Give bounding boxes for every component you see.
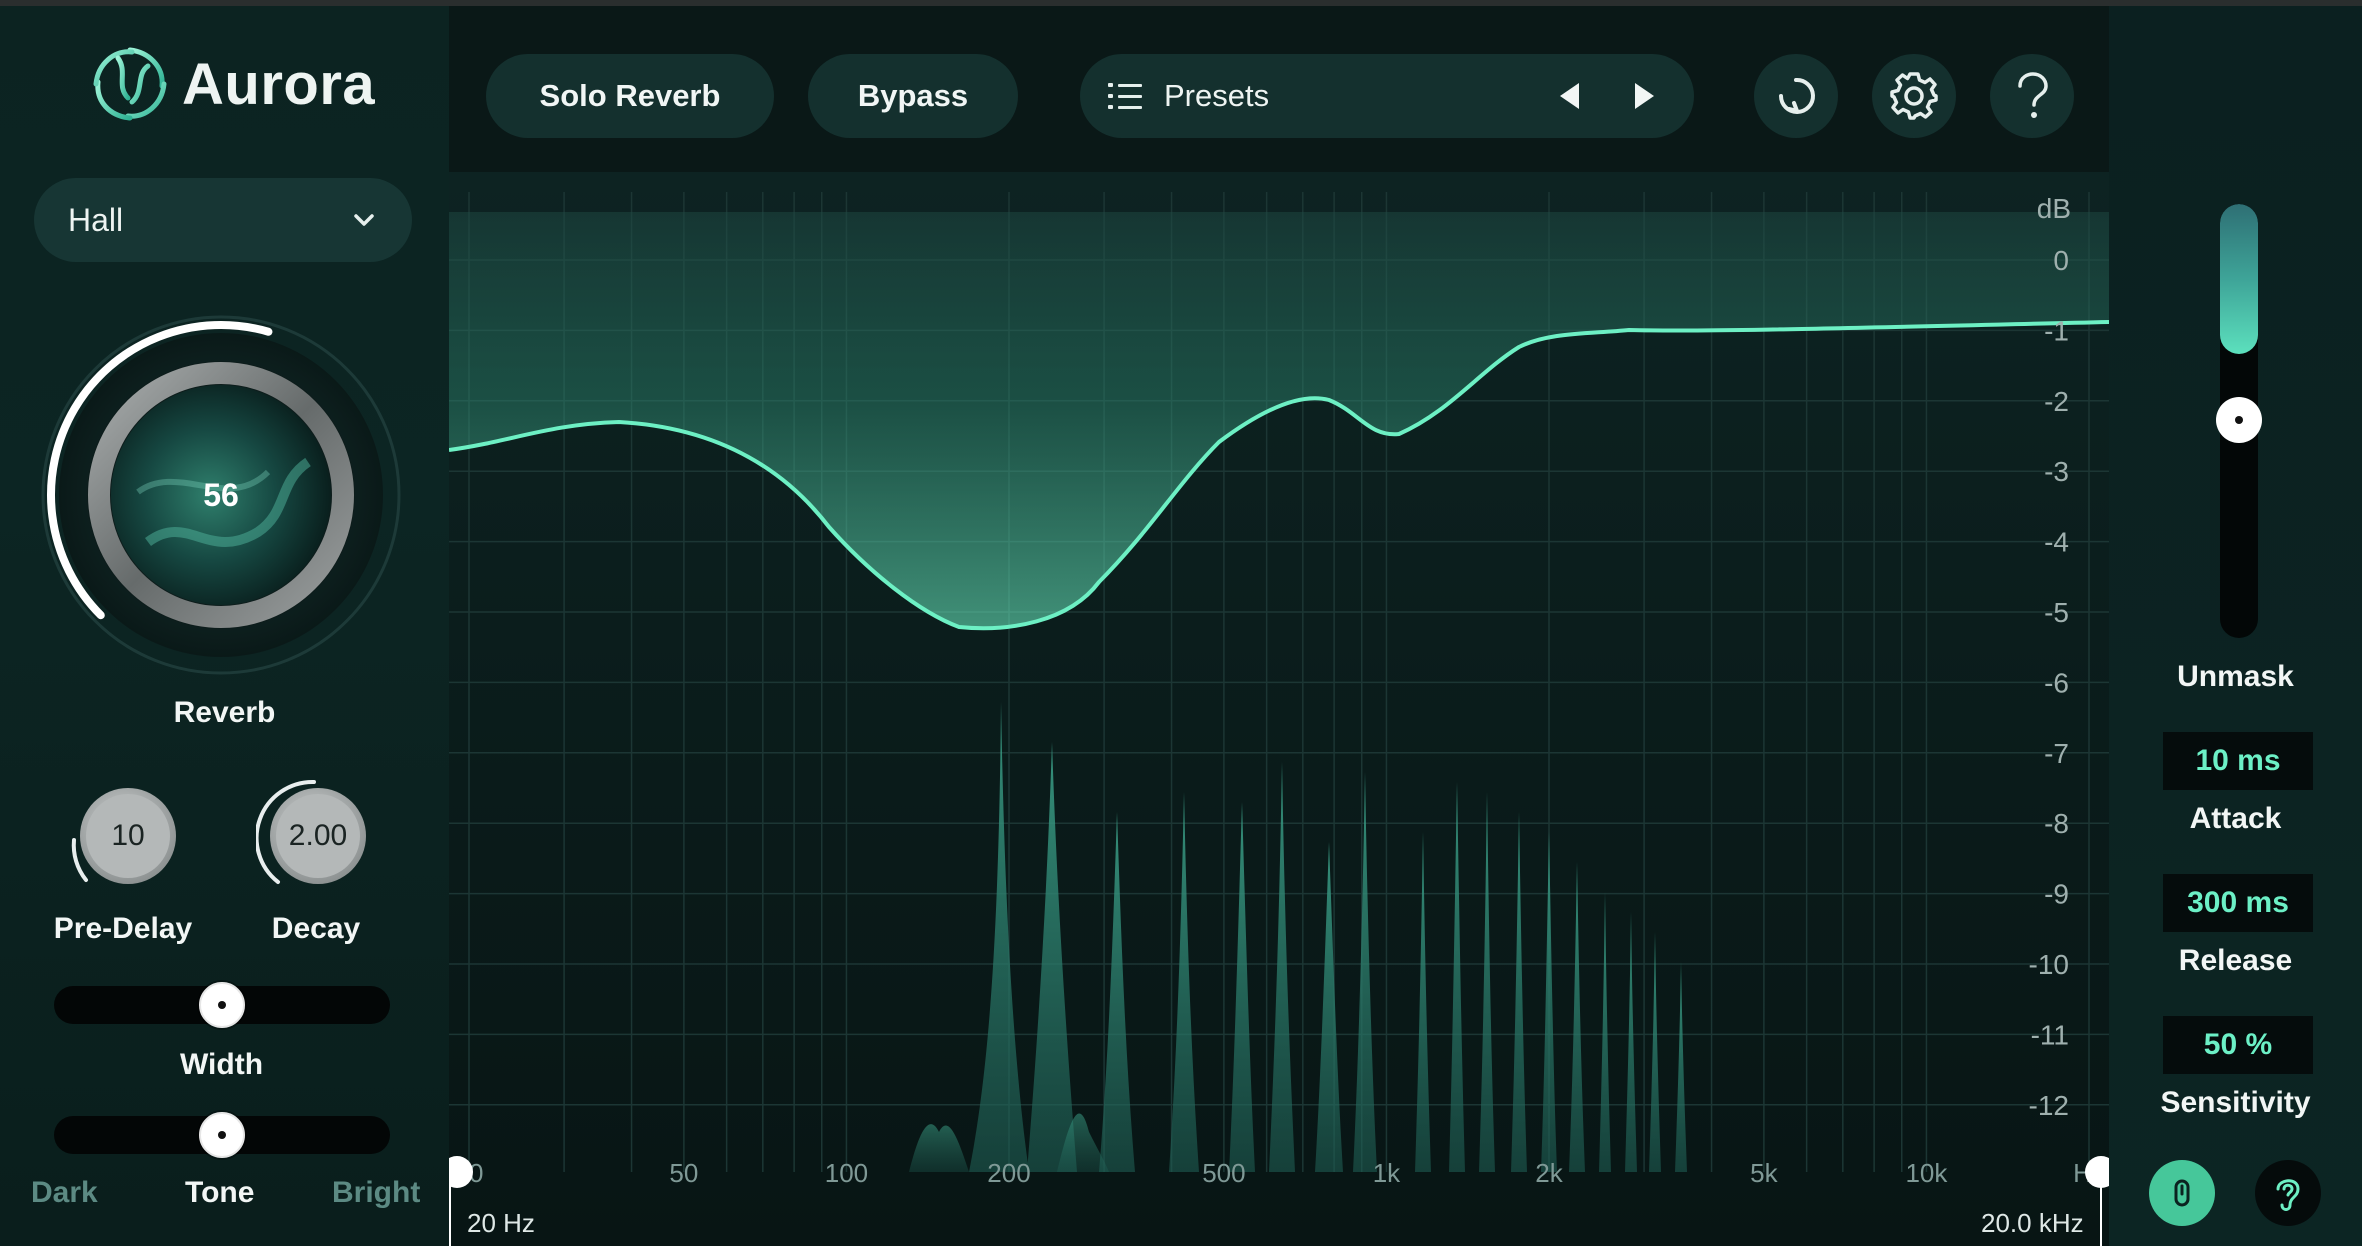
db-tick-label: -1 [2044,315,2069,346]
db-tick-label: -6 [2044,667,2069,698]
db-tick-label: -4 [2044,527,2069,558]
reverb-type-dropdown[interactable]: Hall [34,178,412,262]
db-tick-label: -12 [2029,1090,2069,1121]
history-button[interactable] [1754,54,1838,138]
decay-value: 2.00 [288,819,348,852]
next-preset-button[interactable] [1622,74,1666,118]
attack-value-field[interactable]: 10 ms [2163,732,2313,790]
pre-delay-value: 10 [111,819,145,852]
app-logo: Aurora [88,42,375,126]
aurora-logo-icon [93,47,167,121]
frequency-tick-label: 1k [1373,1158,1401,1188]
list-icon [1108,83,1142,109]
bypass-button[interactable]: Bypass [808,54,1018,138]
width-slider-thumb[interactable] [199,982,245,1028]
settings-button[interactable] [1872,54,1956,138]
unmask-slider-thumb[interactable] [2216,397,2262,444]
db-unit-label: dB [2037,193,2071,224]
app-title: Aurora [182,51,376,117]
db-tick-label: -3 [2044,456,2069,487]
pre-delay-knob[interactable]: 10 [66,776,186,896]
release-value-field[interactable]: 300 ms [2163,874,2313,932]
frequency-tick-label: 200 [987,1158,1030,1188]
tone-bright-label: Bright [332,1176,421,1209]
spectrum-display[interactable]: dB0-1-2-3-4-5-6-7-8-9-10-11-12 205010020… [441,172,2117,1246]
range-low-label: 20 Hz [467,1208,535,1238]
frequency-tick-label: 5k [1750,1158,1778,1188]
tone-label: Tone [185,1176,255,1209]
unmask-slider-fill [2220,204,2258,355]
attack-label: Attack [2189,802,2282,835]
pre-delay-label: Pre-Delay [53,912,193,945]
db-tick-label: 0 [2053,245,2069,276]
power-button[interactable] [2149,1160,2215,1226]
db-tick-label: -10 [2029,949,2069,980]
gear-icon [1890,72,1938,120]
history-icon [1779,77,1815,114]
tone-slider-thumb[interactable] [199,1112,245,1158]
reverb-value: 56 [203,476,239,513]
frequency-tick-label: 100 [825,1158,868,1188]
db-tick-label: -2 [2044,386,2069,417]
db-tick-label: -8 [2044,808,2069,839]
sensitivity-label: Sensitivity [2160,1086,2311,1119]
reverb-label: Reverb [173,696,276,729]
next-arrow-icon [1635,83,1654,109]
solo-reverb-button[interactable]: Solo Reverb [486,54,774,138]
width-slider[interactable] [54,982,390,1028]
presets-bar[interactable]: Presets [1080,54,1694,138]
spectrum-graph: dB0-1-2-3-4-5-6-7-8-9-10-11-12 205010020… [441,172,2117,1246]
tone-dark-label: Dark [31,1176,98,1209]
db-tick-label: -9 [2044,879,2069,910]
range-high-label: 20.0 kHz [1981,1208,2084,1238]
frequency-tick-label: 50 [669,1158,698,1188]
chevron-down-icon [354,214,374,226]
db-tick-label: -11 [2031,1019,2069,1050]
frequency-tick-label: 2k [1535,1158,1563,1188]
db-tick-label: -5 [2044,597,2069,628]
db-tick-label: -7 [2044,738,2069,769]
left-panel: Aurora Hall 56 Reverb 10 Pre-Delay 2.00 … [0,6,449,1246]
sensitivity-value-field[interactable]: 50 % [2163,1016,2313,1074]
frequency-tick-label: 500 [1202,1158,1245,1188]
right-panel: Unmask 10 ms Attack 300 ms Release 50 % … [2109,6,2362,1246]
help-button[interactable] [1990,54,2074,138]
reverb-knob[interactable]: 56 [38,312,404,678]
help-icon [2018,72,2048,118]
presets-label: Presets [1164,78,1270,113]
release-label: Release [2178,944,2293,977]
power-icon [2174,1179,2190,1207]
reverb-type-value: Hall [68,201,124,238]
frequency-tick-label: 10k [1905,1158,1948,1188]
unmask-label: Unmask [2177,660,2294,693]
prev-preset-button[interactable] [1548,74,1592,118]
decay-knob[interactable]: 2.00 [254,776,376,896]
listen-button[interactable] [2255,1160,2321,1226]
width-label: Width [180,1048,264,1081]
tone-slider[interactable] [54,1112,390,1158]
prev-arrow-icon [1560,83,1579,109]
aurora-plugin: Aurora Hall 56 Reverb 10 Pre-Delay 2.00 … [0,6,2362,1246]
ear-icon [2276,1179,2300,1211]
decay-label: Decay [271,912,361,945]
